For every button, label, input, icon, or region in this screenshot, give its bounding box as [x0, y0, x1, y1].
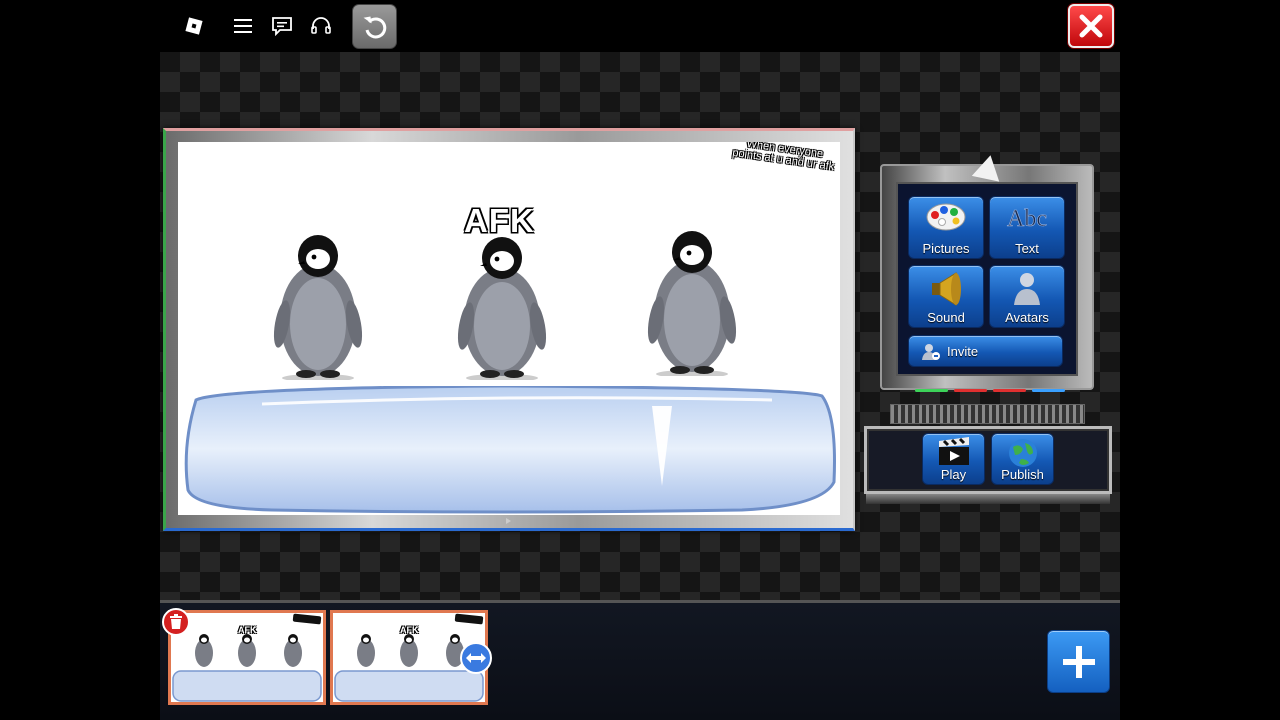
panel-lights — [915, 389, 1065, 393]
play-button[interactable]: Play — [922, 433, 985, 485]
text-label: Text — [1015, 241, 1039, 256]
penguin-right[interactable] — [642, 224, 742, 376]
text-button[interactable]: Abc Text — [989, 196, 1065, 259]
headset-icon[interactable] — [307, 12, 335, 40]
frame-thumbnail-scene — [172, 634, 322, 702]
play-panel-shelf — [866, 494, 1110, 504]
stage-caption[interactable]: When everyone points at u and ur afk — [731, 142, 837, 173]
clapperboard-icon — [938, 437, 969, 465]
plus-icon — [1062, 645, 1095, 678]
close-button[interactable] — [1068, 4, 1114, 48]
panel-grill — [890, 404, 1085, 424]
penguin-left[interactable] — [268, 228, 368, 380]
undo-icon — [363, 16, 386, 38]
undo-button[interactable] — [352, 4, 397, 49]
text-abc-icon: Abc — [1007, 206, 1048, 232]
stage-play-indicator-icon — [506, 518, 511, 524]
swap-arrows-icon — [466, 653, 486, 663]
avatars-button[interactable]: Avatars — [989, 265, 1065, 328]
sound-label: Sound — [927, 310, 965, 325]
menu-icon[interactable] — [229, 12, 257, 40]
invite-label: Invite — [947, 343, 979, 359]
reorder-frame-button[interactable] — [460, 642, 492, 674]
trash-icon — [170, 614, 182, 629]
publish-button[interactable]: Publish — [991, 433, 1054, 485]
chat-icon[interactable] — [268, 12, 296, 40]
avatar-icon — [1014, 273, 1040, 305]
penguin-center[interactable] — [452, 228, 552, 380]
stage-canvas[interactable]: When everyone points at u and ur afk AFK — [178, 142, 840, 515]
pictures-label: Pictures — [922, 241, 970, 256]
add-frame-button[interactable] — [1047, 630, 1110, 693]
speaker-icon — [932, 272, 961, 306]
close-icon — [1079, 14, 1103, 38]
invite-person-icon — [922, 344, 940, 360]
frame-thumbnail-1[interactable]: AFK — [168, 610, 326, 705]
avatars-label: Avatars — [1005, 310, 1049, 325]
top-bar — [160, 0, 1120, 52]
svg-text:Abc: Abc — [1007, 206, 1047, 232]
pictures-button[interactable]: Pictures — [908, 196, 984, 259]
sound-button[interactable]: Sound — [908, 265, 984, 328]
delete-frame-button[interactable] — [162, 608, 190, 636]
publish-label: Publish — [1001, 467, 1044, 482]
globe-icon — [1008, 439, 1037, 467]
roblox-logo-icon[interactable] — [180, 12, 208, 40]
palette-icon — [926, 203, 966, 231]
play-label: Play — [940, 467, 967, 482]
play-publish-panel — [864, 426, 1112, 494]
iceberg-platform[interactable] — [182, 386, 837, 514]
invite-button[interactable]: Invite — [908, 335, 1063, 367]
